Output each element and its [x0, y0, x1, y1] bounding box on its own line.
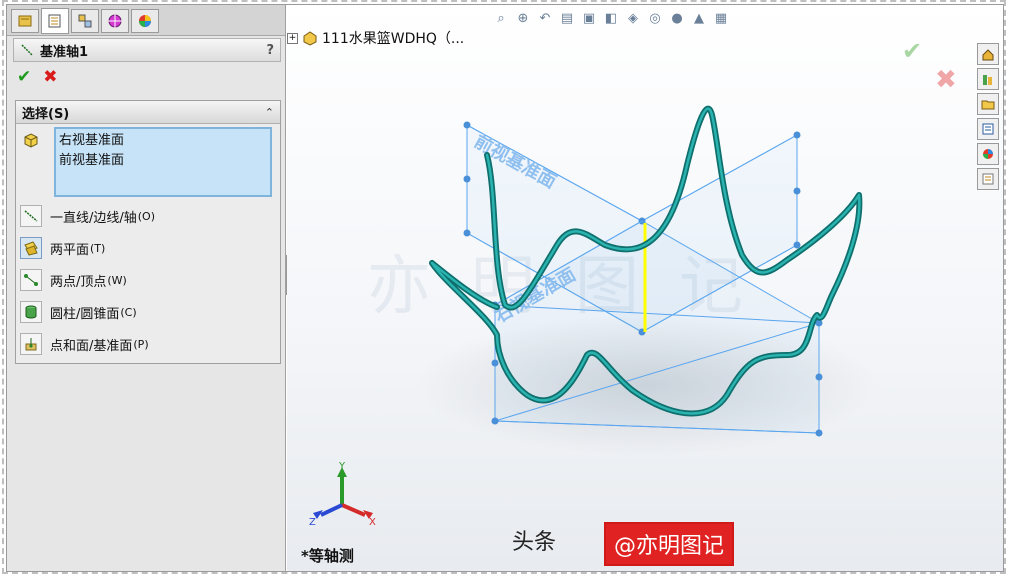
configuration-manager-icon: [78, 14, 92, 28]
two-planes-icon: [20, 237, 42, 259]
option-key: (T): [90, 241, 106, 255]
cancel-button[interactable]: ✖: [43, 67, 57, 87]
point-face-icon: [20, 333, 42, 355]
app-window: 基准轴1 ? ✔ ✖ 选择(S) ⌃ 右视基准面 前视基准面 一直线/边线/轴(…: [6, 4, 1004, 572]
display-manager-tab[interactable]: [131, 9, 159, 33]
feature-manager-icon: [18, 15, 32, 27]
feature-title: 基准轴1: [40, 44, 89, 60]
option-label: 两平面: [50, 242, 90, 258]
two-points-icon: [20, 269, 42, 291]
option-key: (C): [120, 305, 137, 319]
selection-group-title: 选择(S): [22, 106, 70, 122]
manager-tabs: [7, 5, 285, 36]
watermark-prefix: 头条: [512, 530, 557, 555]
collapse-icon[interactable]: ⌃: [265, 106, 274, 119]
line-edge-icon: [20, 205, 42, 227]
property-manager-panel: 基准轴1 ? ✔ ✖ 选择(S) ⌃ 右视基准面 前视基准面 一直线/边线/轴(…: [7, 5, 286, 571]
view-orientation-label: *等轴测: [301, 547, 354, 565]
cylinder-icon: [20, 301, 42, 323]
option-label: 圆柱/圆锥面: [50, 306, 120, 322]
option-point-and-face[interactable]: 点和面/基准面 (P): [20, 331, 260, 357]
x-axis-label: X: [369, 517, 376, 528]
option-key: (P): [133, 337, 149, 351]
dimxpert-tab[interactable]: [101, 9, 129, 33]
graphics-viewport[interactable]: 亦明图记 ⌕ ⊕ ↶ ▤ ▣ ◧ ◈ ◎ ● ▲ ▦ + 111水果篮WDHQ（…: [287, 5, 1003, 571]
display-manager-icon: [139, 15, 151, 27]
option-two-points[interactable]: 两点/顶点 (W): [20, 267, 260, 293]
feature-titlebar: 基准轴1 ?: [13, 38, 281, 62]
model-canvas[interactable]: 前视基准面 右视基准面 Y X Z: [287, 5, 1003, 571]
option-line-edge-axis[interactable]: 一直线/边线/轴 (O): [20, 203, 260, 229]
option-label: 点和面/基准面: [50, 338, 133, 354]
dimxpert-icon: [108, 14, 122, 28]
option-two-planes[interactable]: 两平面 (T): [20, 235, 260, 261]
selection-item-right-plane[interactable]: 右视基准面: [59, 131, 267, 151]
option-cylindrical-face[interactable]: 圆柱/圆锥面 (C): [20, 299, 260, 325]
datum-axis-icon: [21, 44, 33, 56]
reference-entity-icon: [24, 133, 38, 148]
ok-button[interactable]: ✔: [17, 67, 31, 87]
feature-manager-tab[interactable]: [11, 9, 39, 33]
watermark-handle: @亦明图记: [604, 522, 735, 566]
option-label: 一直线/边线/轴: [50, 210, 137, 226]
selection-group: 选择(S) ⌃ 右视基准面 前视基准面 一直线/边线/轴 (O) 两平面 (T) 两…: [15, 100, 281, 364]
help-button[interactable]: ?: [266, 43, 274, 58]
y-axis-label: Y: [338, 461, 346, 472]
option-label: 两点/顶点: [50, 274, 107, 290]
configuration-manager-tab[interactable]: [71, 9, 99, 33]
property-manager-icon: [48, 14, 61, 28]
z-axis-label: Z: [309, 517, 316, 528]
property-manager-tab[interactable]: [41, 8, 69, 34]
selection-list[interactable]: 右视基准面 前视基准面: [54, 127, 272, 197]
option-key: (O): [137, 209, 156, 223]
ok-cancel-row: ✔ ✖: [17, 67, 58, 87]
coordinate-triad: Y X Z: [309, 461, 376, 528]
option-key: (W): [107, 273, 127, 287]
selection-group-header[interactable]: 选择(S) ⌃: [16, 101, 280, 124]
selection-item-front-plane[interactable]: 前视基准面: [59, 151, 267, 171]
